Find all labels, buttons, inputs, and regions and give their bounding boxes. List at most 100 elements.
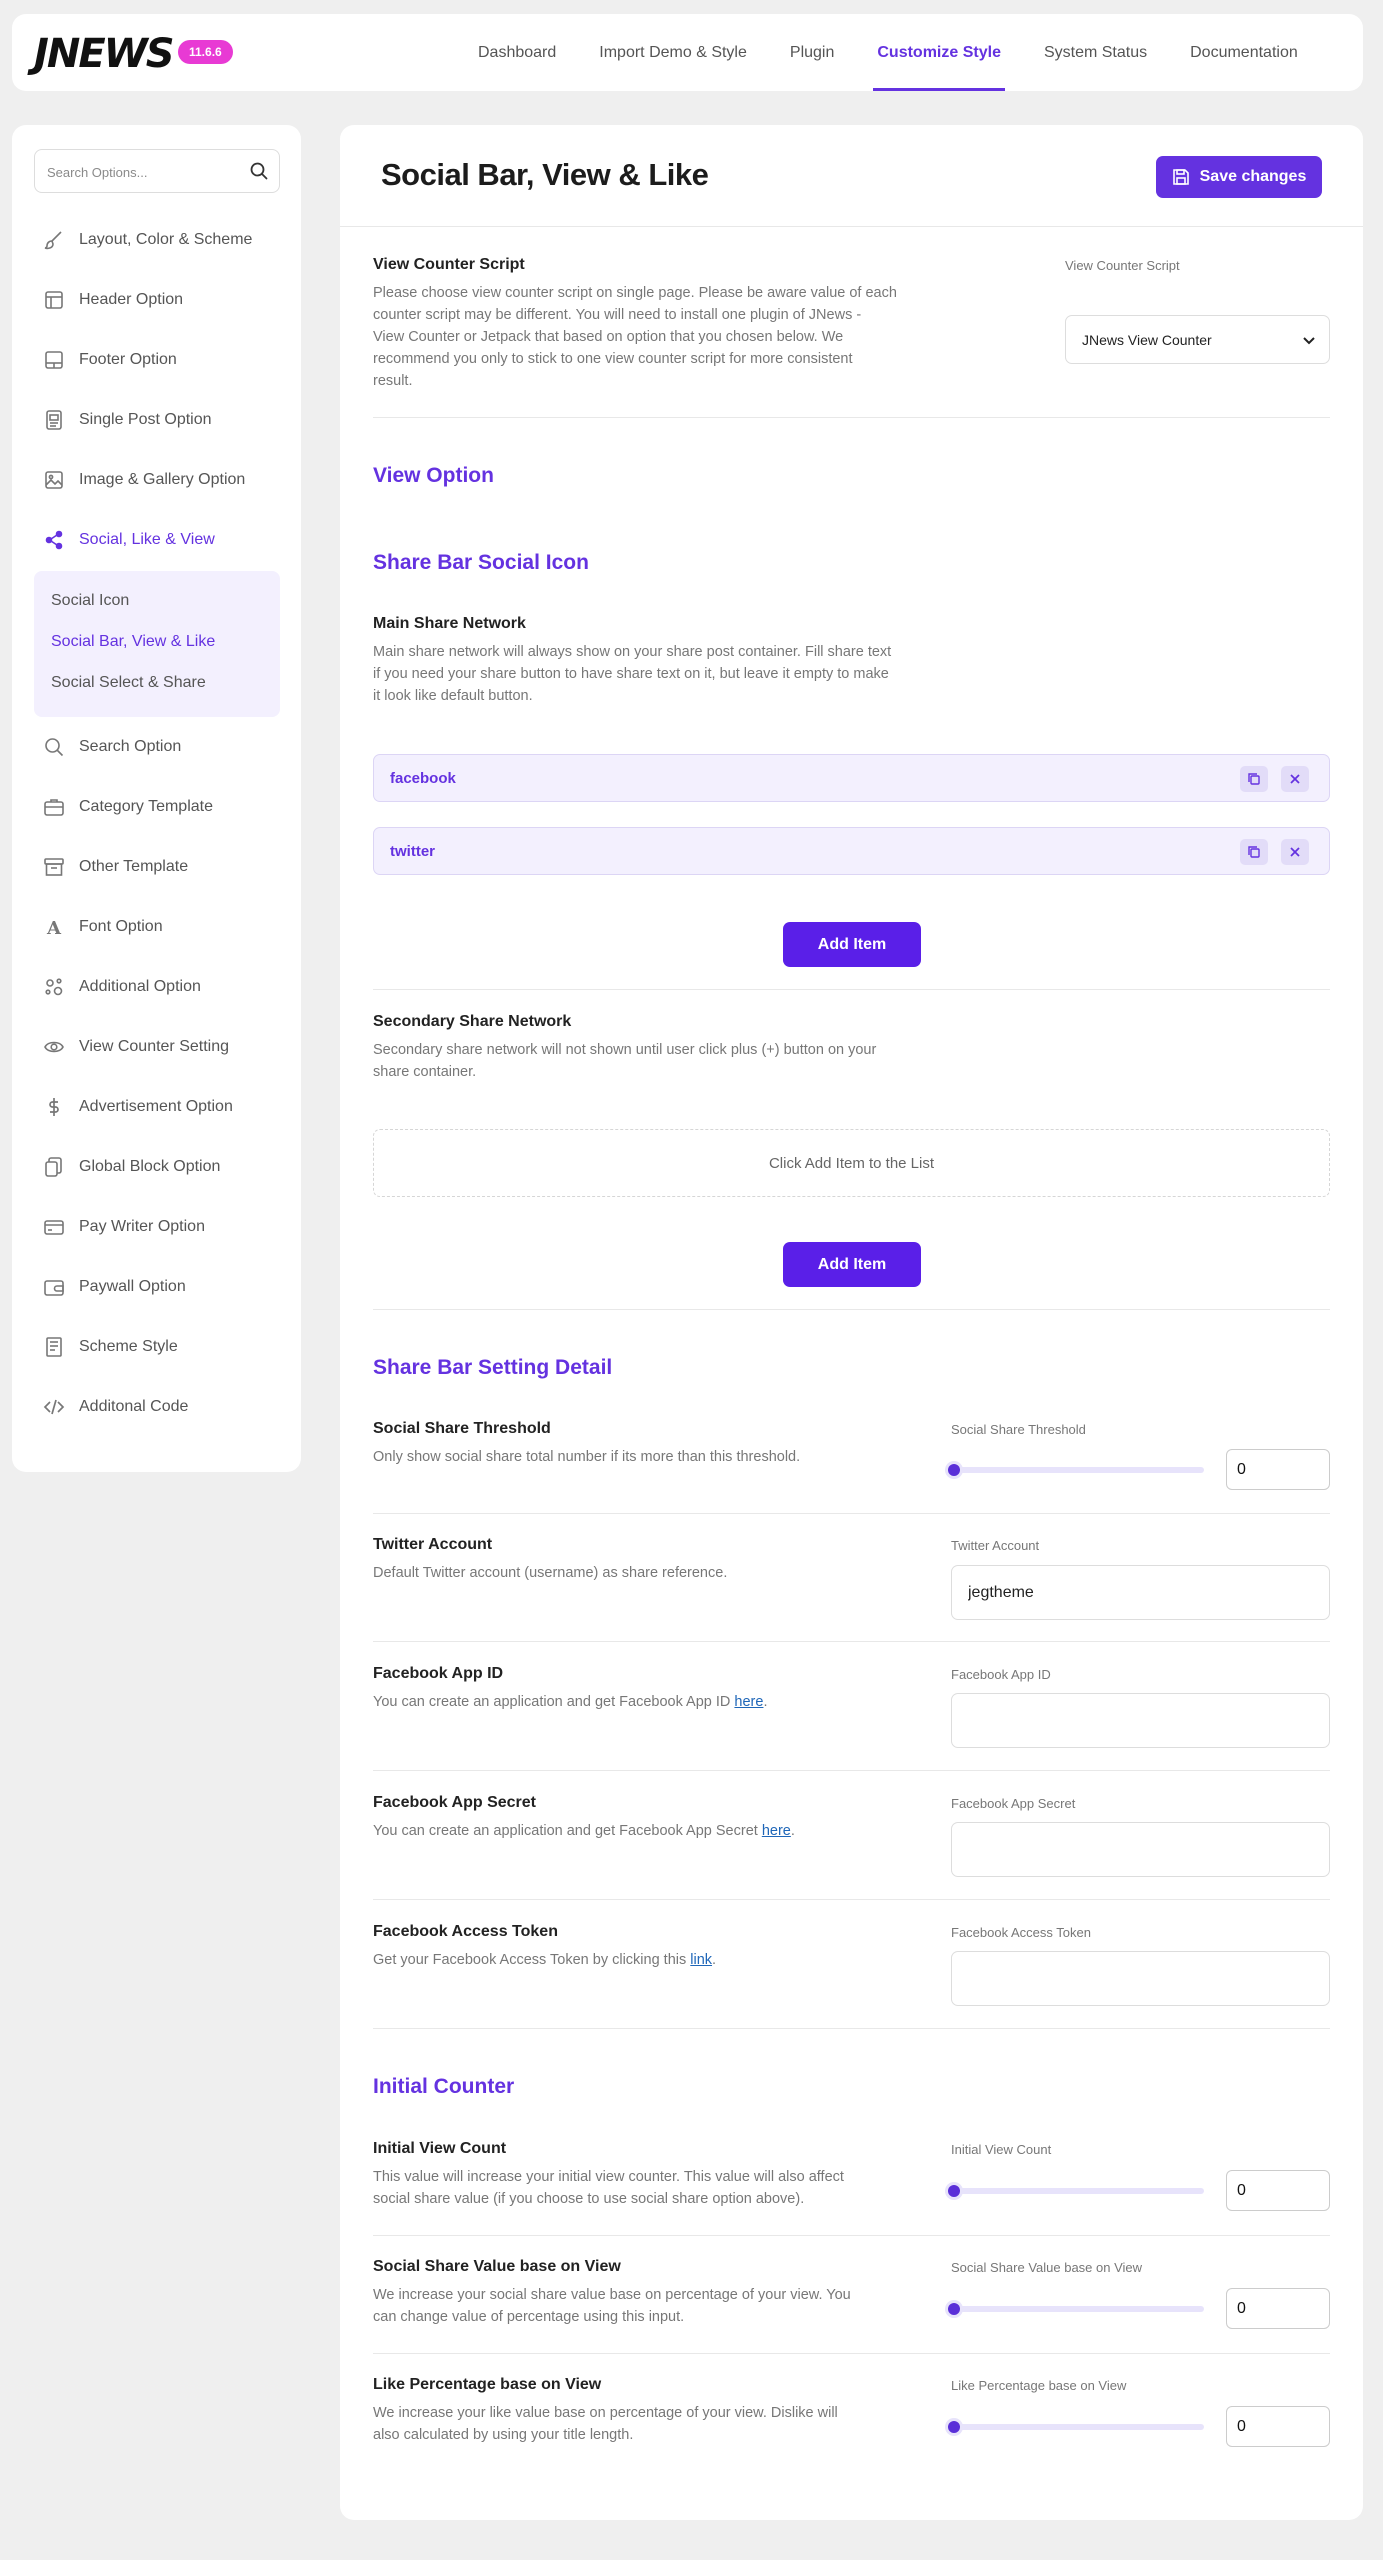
nav-documentation[interactable]: Documentation	[1190, 14, 1298, 91]
sidebar-item-header-option[interactable]: Header Option	[42, 285, 183, 315]
fb-app-secret-link[interactable]: here	[762, 1823, 791, 1839]
sidebar-item-advertisement[interactable]: Advertisement Option	[42, 1092, 233, 1122]
close-icon[interactable]	[1281, 839, 1309, 865]
share-item-twitter[interactable]: twitter	[373, 827, 1330, 875]
twitter-title: Twitter Account	[373, 1536, 493, 1553]
share-icon	[42, 528, 66, 552]
initial-view-slider[interactable]	[948, 2185, 1204, 2197]
twitter-account-input[interactable]	[951, 1565, 1330, 1620]
sidebar-item-pay-writer[interactable]: Pay Writer Option	[42, 1212, 205, 1242]
sidebar-item-social-like-view[interactable]: Social, Like & View	[42, 525, 215, 555]
page-title: Social Bar, View & Like	[381, 157, 709, 192]
sidebar-item-single-post[interactable]: Single Post Option	[42, 405, 212, 435]
layout-footer-icon	[42, 348, 66, 372]
sidebar-item-footer-option[interactable]: Footer Option	[42, 345, 177, 375]
submenu-social-bar-view-like[interactable]: Social Bar, View & Like	[51, 633, 215, 651]
fb-token-desc: Get your Facebook Access Token by clicki…	[373, 1952, 717, 1968]
sidebar-item-category-template[interactable]: Category Template	[42, 792, 213, 822]
sidebar-item-label: Other Template	[79, 858, 189, 875]
sidebar-item-label: Footer Option	[79, 351, 177, 368]
divider	[373, 1641, 1330, 1642]
copy-icon[interactable]	[1240, 766, 1268, 792]
save-changes-button[interactable]: Save changes	[1156, 156, 1322, 198]
share-item-label: twitter	[390, 843, 435, 860]
fb-app-id-field-label: Facebook App ID	[951, 1667, 1051, 1682]
selected-value: JNews View Counter	[1082, 331, 1212, 348]
sidebar-item-additional-code[interactable]: Additonal Code	[42, 1392, 188, 1422]
like-pct-desc: We increase your like value base on perc…	[373, 2405, 838, 2443]
divider	[373, 2353, 1330, 2354]
slider-handle[interactable]	[948, 2303, 960, 2315]
sidebar-item-layout-color[interactable]: Layout, Color & Scheme	[42, 225, 252, 255]
sidebar-item-label: Social, Like & View	[79, 531, 215, 548]
slider-handle[interactable]	[948, 2185, 960, 2197]
view-option-heading: View Option	[373, 464, 494, 487]
top-nav: Dashboard Import Demo & Style Plugin Cus…	[478, 14, 1341, 91]
document-icon	[42, 1335, 66, 1359]
share-value-input[interactable]	[1226, 2288, 1330, 2329]
submenu-social-icon[interactable]: Social Icon	[51, 592, 129, 610]
divider	[373, 417, 1330, 418]
like-pct-input[interactable]	[1226, 2406, 1330, 2447]
share-value-slider[interactable]	[948, 2303, 1204, 2315]
like-pct-slider[interactable]	[948, 2421, 1204, 2433]
fb-app-id-input[interactable]	[951, 1693, 1330, 1748]
sidebar-item-label: View Counter Setting	[79, 1038, 230, 1055]
sidebar-item-scheme-style[interactable]: Scheme Style	[42, 1332, 178, 1362]
threshold-input[interactable]	[1226, 1449, 1330, 1490]
slider-handle[interactable]	[948, 2421, 960, 2433]
threshold-field-label: Social Share Threshold	[951, 1422, 1086, 1437]
sidebar-item-global-block[interactable]: Global Block Option	[42, 1152, 220, 1182]
like-pct-title: Like Percentage base on View	[373, 2376, 602, 2393]
top-bar: JNEWS 11.6.6 Dashboard Import Demo & Sty…	[12, 14, 1363, 91]
close-icon[interactable]	[1281, 766, 1309, 792]
sidebar-item-image-gallery[interactable]: Image & Gallery Option	[42, 465, 245, 495]
fb-app-secret-input[interactable]	[951, 1822, 1330, 1877]
fb-token-link[interactable]: link	[690, 1952, 712, 1968]
nav-dashboard[interactable]: Dashboard	[478, 14, 556, 91]
fb-access-token-input[interactable]	[951, 1951, 1330, 2006]
sidebar-item-font-option[interactable]: A Font Option	[42, 912, 163, 942]
search-input[interactable]	[47, 162, 242, 182]
submenu-social-select-share[interactable]: Social Select & Share	[51, 674, 206, 692]
brush-icon	[42, 228, 66, 252]
sidebar-item-other-template[interactable]: Other Template	[42, 852, 188, 882]
share-item-facebook[interactable]: facebook	[373, 754, 1330, 802]
svg-text:A: A	[46, 918, 62, 938]
initial-view-input[interactable]	[1226, 2170, 1330, 2211]
sidebar-item-additional-option[interactable]: Additional Option	[42, 972, 201, 1002]
sidebar-item-view-counter[interactable]: View Counter Setting	[42, 1032, 229, 1062]
sidebar-item-paywall[interactable]: Paywall Option	[42, 1272, 186, 1302]
secondary-share-desc: Secondary share network will not shown u…	[373, 1042, 877, 1080]
sidebar-item-label: Header Option	[79, 291, 184, 308]
nav-system-status[interactable]: System Status	[1044, 14, 1147, 91]
copy-icon[interactable]	[1240, 839, 1268, 865]
code-icon	[42, 1395, 66, 1419]
search-box	[34, 149, 280, 193]
initial-counter-heading: Initial Counter	[373, 2075, 515, 2098]
briefcase-icon	[42, 795, 66, 819]
layout-header-icon	[42, 288, 66, 312]
jnews-logo[interactable]: JNEWS	[34, 31, 175, 77]
threshold-title: Social Share Threshold	[373, 1420, 551, 1437]
view-counter-desc: Please choose view counter script on sin…	[373, 285, 897, 389]
add-item-button[interactable]: Add Item	[783, 1242, 921, 1287]
fb-app-id-title: Facebook App ID	[373, 1665, 504, 1682]
blocks-icon	[42, 1155, 66, 1179]
slider-handle[interactable]	[948, 1464, 960, 1476]
nav-plugin[interactable]: Plugin	[790, 14, 834, 91]
share-bar-heading: Share Bar Social Icon	[373, 551, 589, 574]
divider	[373, 989, 1330, 990]
sidebar-item-label: Layout, Color & Scheme	[79, 231, 253, 248]
nav-customize-style[interactable]: Customize Style	[873, 14, 1005, 91]
initial-view-field-label: Initial View Count	[951, 2142, 1052, 2157]
add-item-button[interactable]: Add Item	[783, 922, 921, 967]
view-counter-select[interactable]: JNews View Counter	[1065, 315, 1330, 364]
search-icon[interactable]	[249, 161, 269, 186]
view-counter-field-label: View Counter Script	[1065, 258, 1180, 273]
sidebar-item-label: Category Template	[79, 798, 213, 815]
threshold-slider[interactable]	[948, 1464, 1204, 1476]
fb-app-id-link[interactable]: here	[734, 1694, 763, 1710]
sidebar-item-search-option[interactable]: Search Option	[42, 732, 181, 762]
nav-import-demo[interactable]: Import Demo & Style	[599, 14, 747, 91]
